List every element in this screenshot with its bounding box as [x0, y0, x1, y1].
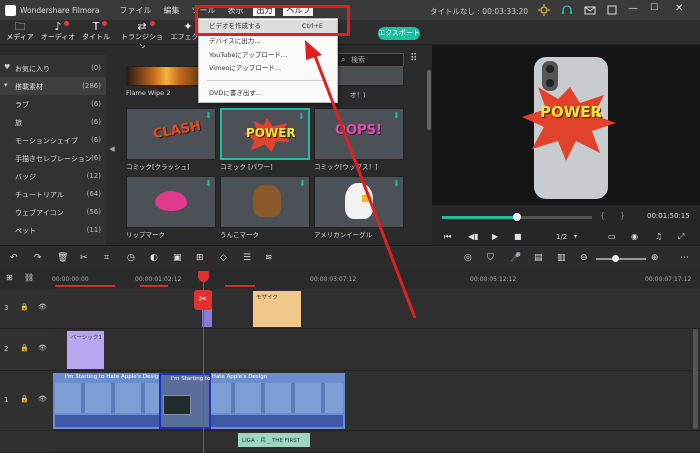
annotation-arrow [305, 40, 417, 319]
filmora-window: Wondershare Filmora ファイル 編集 ツール 表示 出力 ヘル… [0, 0, 700, 453]
